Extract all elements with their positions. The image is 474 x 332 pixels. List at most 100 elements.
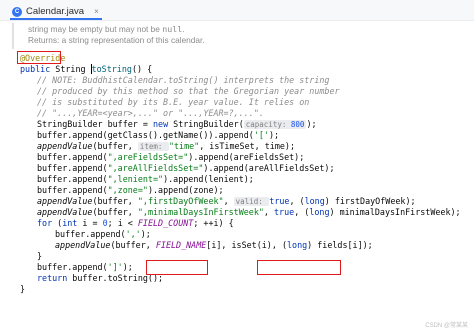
string: ",firstDayOfWeek": [137, 196, 224, 206]
code-line: }: [20, 284, 26, 294]
code-text: ).append(zone);: [147, 185, 224, 195]
doc-text: string may be empty but may not be: [28, 24, 163, 34]
string: "time": [168, 141, 200, 151]
code-text: , isTimeSet, time);: [199, 141, 296, 151]
string: ',': [125, 229, 141, 239]
code-text: ) minimalDaysInFirstWeek);: [329, 207, 461, 217]
keyword: for: [37, 218, 58, 228]
code-text: (buffer,: [92, 207, 138, 217]
code-text: ,: [223, 196, 234, 206]
code-line: }: [37, 251, 43, 261]
keyword: new: [152, 119, 174, 129]
doc-line-2: Returns: a string representation of this…: [28, 35, 205, 45]
keyword: true: [269, 196, 290, 206]
comment: // NOTE: BuddhistCalendar.toString() int…: [37, 75, 330, 85]
code-text: buffer.append(getClass().getName()).appe…: [37, 130, 254, 140]
string: ",areFieldsSet=": [107, 152, 189, 162]
code-line: buffer.append(']');: [37, 262, 133, 273]
code-text: ) fields[i]: [307, 240, 363, 250]
comment: // "...,YEAR=<year>,..." or "...,YEAR=?,…: [37, 108, 264, 118]
code-line: buffer.append(",areAllFieldsSet=").appen…: [37, 163, 335, 174]
string: ",areAllFieldsSet=": [107, 163, 204, 173]
hint-text: capacity:: [245, 120, 291, 129]
string: ",zone=": [107, 185, 148, 195]
code-text: () {: [131, 64, 153, 74]
active-tab-indicator: [10, 18, 102, 20]
code-line: for (int i = 0; i < FIELD_COUNT; ++i) {: [37, 218, 234, 229]
doc-text: .: [182, 24, 185, 34]
code-line: return buffer.toString();: [37, 273, 163, 284]
doc-code: null: [162, 24, 183, 34]
param-hint: valid:: [233, 197, 270, 206]
comment: // produced by this method so that the G…: [37, 86, 340, 96]
method-call: appendValue: [37, 207, 93, 217]
keyword: true: [274, 207, 295, 217]
code-text: (buffer,: [110, 240, 156, 250]
code-text: , (: [294, 207, 310, 217]
code-text: buffer.append(: [37, 163, 108, 173]
comment: // is substituted by its B.E. year value…: [37, 97, 310, 107]
code-text: buffer.append(: [55, 229, 126, 239]
code-text: ,: [263, 207, 275, 217]
keyword: long: [309, 207, 330, 217]
code-line: appendValue(buffer, ",firstDayOfWeek", v…: [37, 196, 416, 207]
code-text: (buffer,: [92, 141, 138, 151]
code-text: (buffer,: [92, 196, 138, 206]
code-text: ).append(lenient);: [163, 174, 254, 184]
code-text: );: [122, 262, 133, 272]
code-text: ) firstDayOfWeek);: [324, 196, 416, 206]
code-line: appendValue(buffer, ",minimalDaysInFirst…: [37, 207, 461, 218]
code-line: buffer.append(",zone=").append(zone);: [37, 185, 224, 196]
code-text: buffer.append(: [37, 174, 108, 184]
string: ",minimalDaysInFirstWeek": [137, 207, 264, 217]
code-text: [i]: [206, 240, 222, 250]
param-hint: item:: [137, 142, 169, 151]
param-hint: capacity: 800: [243, 120, 307, 129]
code-text: ).append(areFieldsSet);: [188, 152, 305, 162]
code-line: appendValue(buffer, item: "time", isTime…: [37, 141, 295, 152]
code-text: buffer.append(: [37, 185, 108, 195]
code-text: StringBuilder(: [173, 119, 244, 129]
code-text: buffer.append(: [37, 152, 108, 162]
code-text: ; ++i) {: [193, 218, 234, 228]
close-icon[interactable]: ×: [94, 7, 99, 16]
code-line: StringBuilder buffer = new StringBuilder…: [37, 119, 317, 130]
keyword: public: [20, 64, 56, 74]
number: 800: [290, 120, 305, 129]
keyword: int: [62, 218, 83, 228]
doc-line-1: string may be empty but may not be null.: [28, 24, 205, 35]
code-text: );: [268, 130, 280, 140]
code-line: buffer.append(getClass().getName()).appe…: [37, 130, 279, 141]
constant: FIELD_NAME: [155, 240, 207, 250]
string: ']': [107, 262, 123, 272]
code-line: buffer.append(",lenient=").append(lenien…: [37, 174, 254, 185]
tab-label: Calendar.java: [26, 6, 85, 17]
keyword: return: [37, 273, 73, 283]
highlight-override-box: [17, 51, 61, 64]
code-text: i =: [82, 218, 103, 228]
watermark: CSDN @常某某: [425, 323, 468, 329]
string: ",lenient=": [107, 174, 164, 184]
constant: FIELD_COUNT: [137, 218, 194, 228]
type: String: [55, 64, 91, 74]
code-text: ; i <: [107, 218, 138, 228]
doc-gutter-bar: [12, 23, 14, 49]
editor-tab-bar: C Calendar.java ×: [0, 0, 474, 21]
code-line: buffer.append(",areFieldsSet=").append(a…: [37, 152, 304, 163]
code-text: );: [362, 240, 373, 250]
method-name: toString: [90, 64, 132, 74]
method-call: appendValue: [37, 141, 93, 151]
method-call: appendValue: [37, 196, 93, 206]
code-text: ).append(areAllFieldsSet);: [203, 163, 335, 173]
code-line: public String toString() {: [20, 64, 152, 75]
code-text: StringBuilder buffer =: [37, 119, 153, 129]
keyword: long: [304, 196, 325, 206]
highlight-fields-box: [257, 260, 341, 275]
keyword: long: [286, 240, 308, 250]
code-text: , (: [289, 196, 305, 206]
code-line: appendValue(buffer, FIELD_NAME[i], isSet…: [55, 240, 373, 251]
rendered-javadoc: string may be empty but may not be null.…: [28, 24, 205, 46]
string: '[': [253, 130, 269, 140]
code-text: buffer.append(: [37, 262, 108, 272]
code-text: );: [306, 119, 317, 129]
